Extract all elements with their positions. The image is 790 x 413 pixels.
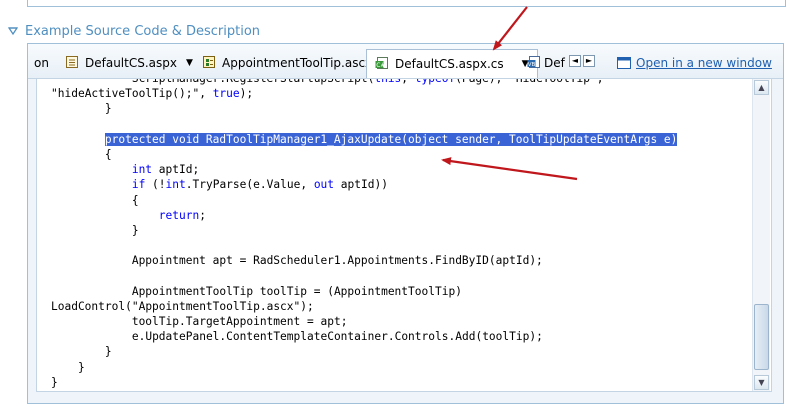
code-line: "hideActiveToolTip();", true); <box>51 87 254 101</box>
code-line: e.UpdatePanel.ContentTemplateContainer.C… <box>131 330 543 344</box>
code-line: } <box>51 102 112 116</box>
code-line: LoadControl("AppointmentToolTip.ascx"); <box>51 299 314 313</box>
code-line: } <box>51 345 112 359</box>
tab-label: on <box>34 56 49 70</box>
tab-label: Def <box>544 56 565 70</box>
scroll-tabs-right-button[interactable]: ► <box>583 55 595 67</box>
scroll-up-arrow-icon[interactable]: ▲ <box>754 80 769 95</box>
selected-method-signature: protected void RadToolTipManager1_AjaxUp… <box>104 132 678 146</box>
tab-defaultcs-aspx-cs[interactable]: C# DefaultCS.aspx.cs ▼ <box>366 49 538 78</box>
open-in-new-window-link[interactable]: Open in a new window <box>617 56 772 70</box>
tab-appointmenttooltip-ascx[interactable]: AppointmentToolTip.ascx <box>202 50 372 76</box>
code-line: ScriptManager.RegisterStartupScript(this… <box>131 78 604 85</box>
code-line: } <box>51 223 139 237</box>
code-line: int aptId; <box>131 163 200 177</box>
tab-label: DefaultCS.aspx <box>85 56 177 70</box>
code-line: { <box>51 193 139 207</box>
scroll-down-arrow-icon[interactable]: ▼ <box>754 375 769 390</box>
aspx-page-icon <box>65 55 79 72</box>
code-line: Appointment apt = RadScheduler1.Appointm… <box>131 254 543 268</box>
code-line: toolTip.TargetAppointment = apt; <box>131 315 348 328</box>
code-line: } <box>51 375 58 389</box>
scrollbar-thumb[interactable] <box>754 304 769 370</box>
code-line: AppointmentToolTip toolTip = (Appointmen… <box>131 284 462 298</box>
svg-text:VB: VB <box>528 62 536 68</box>
tab-truncated[interactable]: on <box>34 50 49 76</box>
code-viewer[interactable]: ScriptManager.RegisterStartupScript(this… <box>36 78 772 392</box>
tab-def-truncated[interactable]: VB Def <box>527 50 565 76</box>
collapse-chevron-icon[interactable] <box>8 26 18 36</box>
tab-defaultcs-aspx[interactable]: DefaultCS.aspx ▼ <box>65 50 193 76</box>
source-code-text: ScriptManager.RegisterStartupScript(this… <box>51 78 678 390</box>
code-line: if (!int.TryParse(e.Value, out aptId)) <box>131 178 388 192</box>
code-line: protected void RadToolTipManager1_AjaxUp… <box>51 132 678 147</box>
code-line: } <box>51 360 85 374</box>
svg-text:C#: C# <box>376 62 385 69</box>
scroll-tabs-left-button[interactable]: ◄ <box>569 55 581 67</box>
code-line: return; <box>158 208 206 222</box>
tab-label: AppointmentToolTip.ascx <box>222 56 373 70</box>
source-code-panel: on DefaultCS.aspx ▼ AppointmentToolTip.a… <box>27 43 784 404</box>
new-window-icon <box>617 57 631 69</box>
section-title[interactable]: Example Source Code & Description <box>25 24 260 39</box>
open-link-label: Open in a new window <box>636 56 772 70</box>
vb-file-icon: VB <box>527 55 541 72</box>
cs-file-icon: C# <box>375 56 389 73</box>
ascx-control-icon <box>202 55 216 72</box>
file-tab-strip: on DefaultCS.aspx ▼ AppointmentToolTip.a… <box>28 44 783 79</box>
section-header[interactable]: Example Source Code & Description <box>8 22 260 40</box>
code-line: { <box>51 147 112 161</box>
tab-label: DefaultCS.aspx.cs <box>395 57 504 71</box>
chevron-down-icon[interactable]: ▼ <box>186 58 193 68</box>
previous-panel-edge <box>27 0 786 7</box>
vertical-scrollbar[interactable]: ▲ ▼ <box>752 79 770 391</box>
